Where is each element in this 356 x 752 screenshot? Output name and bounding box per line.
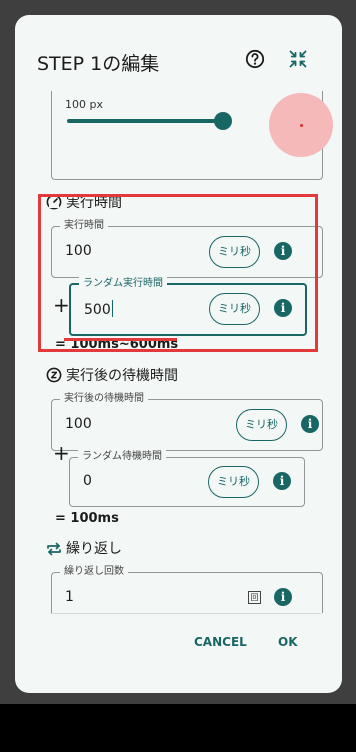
footer-divider xyxy=(51,613,321,614)
wait-time-field[interactable]: 実行後の待機時間 100 ミリ秒 i xyxy=(51,392,323,451)
touch-point-dot xyxy=(300,124,303,127)
wait-time-unit-button[interactable]: ミリ秒 xyxy=(236,409,287,441)
annotation-highlight-box xyxy=(38,194,318,352)
info-icon[interactable]: i xyxy=(301,415,319,433)
ok-button[interactable]: OK xyxy=(278,635,298,649)
info-icon[interactable]: i xyxy=(274,588,292,606)
wait-time-value: 100 xyxy=(65,416,92,432)
repeat-count-unit: 回 xyxy=(248,591,261,604)
wait-time-label: 実行後の待機時間 xyxy=(60,392,148,406)
random-wait-time-label: ランダム待機時間 xyxy=(78,450,166,464)
repeat-count-label: 繰り返し回数 xyxy=(60,565,128,579)
random-wait-time-unit-button[interactable]: ミリ秒 xyxy=(208,466,259,498)
plus-sign: + xyxy=(53,441,70,465)
dialog-title: STEP 1の編集 xyxy=(37,53,160,75)
repeat-count-value: 1 xyxy=(65,589,74,605)
wait-time-section-title: 実行後の待機時間 xyxy=(66,368,178,384)
size-slider-card: 100 px xyxy=(51,91,333,180)
repeat-icon xyxy=(47,542,61,556)
info-icon[interactable]: i xyxy=(273,472,291,490)
size-value-label: 100 px xyxy=(65,98,103,111)
annotation-underline xyxy=(64,338,177,341)
navigation-bar xyxy=(0,704,356,752)
random-wait-time-value: 0 xyxy=(83,473,92,489)
size-slider-thumb[interactable] xyxy=(214,112,232,130)
repeat-count-field[interactable]: 繰り返し回数 1 回 i xyxy=(51,565,323,613)
edit-step-dialog: STEP 1の編集 100 px 実行時間 実行時間 100 ミリ秒 i + ラ… xyxy=(15,15,342,693)
collapse-arrows-icon[interactable] xyxy=(288,49,308,69)
random-wait-time-field[interactable]: ランダム待機時間 0 ミリ秒 i xyxy=(69,450,305,507)
dialog-content[interactable]: 100 px 実行時間 実行時間 100 ミリ秒 i + ランダム実行時間 50… xyxy=(15,91,342,613)
cancel-button[interactable]: CANCEL xyxy=(194,635,247,649)
help-circle-icon[interactable] xyxy=(245,49,265,69)
size-slider-track[interactable] xyxy=(67,119,223,123)
sleep-z-icon xyxy=(46,367,62,383)
wait-time-result: = 100ms xyxy=(55,511,119,526)
repeat-section-title: 繰り返し xyxy=(66,541,122,557)
